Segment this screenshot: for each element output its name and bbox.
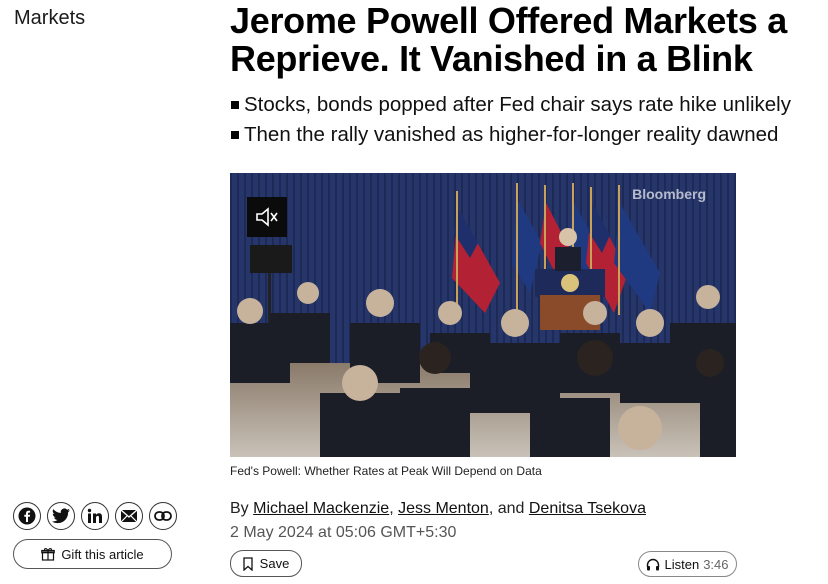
- headline: Jerome Powell Offered Markets a Reprieve…: [230, 0, 787, 79]
- byline-prefix: By: [230, 500, 249, 517]
- link-icon: [154, 511, 172, 521]
- facebook-share-button[interactable]: [13, 502, 41, 530]
- video-player[interactable]: Bloomberg: [230, 173, 736, 457]
- twitter-share-button[interactable]: [47, 502, 75, 530]
- section-label[interactable]: Markets: [14, 7, 85, 30]
- bookmark-icon: [243, 556, 253, 571]
- copy-link-button[interactable]: [149, 502, 177, 530]
- listen-button[interactable]: Listen 3:46: [638, 551, 737, 577]
- gift-article-label: Gift this article: [61, 546, 144, 562]
- listen-duration: 3:46: [703, 556, 729, 572]
- byline: By Michael Mackenzie, Jess Menton, and D…: [230, 500, 646, 518]
- video-frame: [230, 173, 736, 457]
- share-buttons: [13, 502, 177, 530]
- gift-article-button[interactable]: Gift this article: [13, 539, 172, 569]
- bullet-marker: [231, 101, 239, 109]
- bullet-text: Stocks, bonds popped after Fed chair say…: [244, 93, 791, 116]
- summary-bullets: Stocks, bonds popped after Fed chair say…: [230, 90, 791, 150]
- twitter-icon: [52, 508, 70, 524]
- author-link[interactable]: Denitsa Tsekova: [529, 500, 646, 517]
- email-share-button[interactable]: [115, 502, 143, 530]
- headphones-icon: [647, 558, 660, 570]
- save-label: Save: [259, 556, 290, 571]
- publish-date: 2 May 2024 at 05:06 GMT+5:30: [230, 524, 457, 541]
- bullet-item: Stocks, bonds popped after Fed chair say…: [230, 90, 791, 120]
- listen-label: Listen: [664, 556, 700, 572]
- email-icon: [120, 509, 138, 523]
- bullet-item: Then the rally vanished as higher-for-lo…: [230, 120, 791, 150]
- facebook-icon: [18, 507, 36, 525]
- linkedin-share-button[interactable]: [81, 502, 109, 530]
- gift-icon: [41, 548, 56, 561]
- save-button[interactable]: Save: [230, 550, 302, 577]
- bullet-marker: [231, 131, 239, 139]
- video-caption: Fed's Powell: Whether Rates at Peak Will…: [230, 464, 542, 478]
- speaker-muted-icon: [256, 207, 278, 227]
- mute-button[interactable]: [247, 197, 287, 237]
- linkedin-icon: [87, 508, 102, 523]
- author-link[interactable]: Jess Menton: [398, 500, 489, 517]
- bloomberg-watermark: Bloomberg: [632, 186, 706, 202]
- author-link[interactable]: Michael Mackenzie: [253, 500, 389, 517]
- author-separator: , and: [488, 500, 525, 517]
- bullet-text: Then the rally vanished as higher-for-lo…: [244, 123, 779, 146]
- author-separator: ,: [389, 500, 394, 517]
